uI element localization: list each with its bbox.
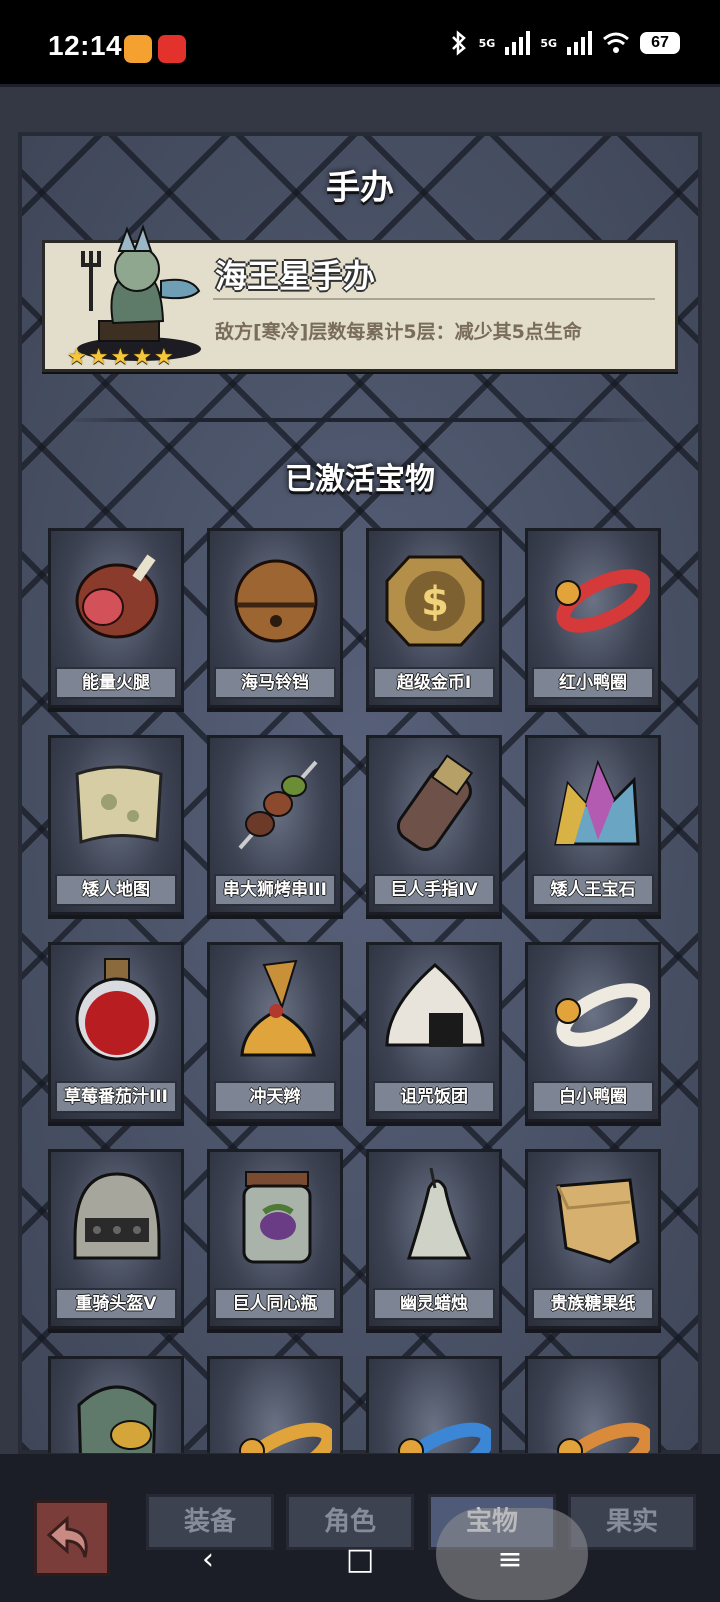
- treasure-item[interactable]: [366, 1356, 502, 1453]
- treasure-item[interactable]: [48, 1356, 184, 1453]
- figure-card[interactable]: ★ ★ ★ ★ ★ 海王星手办 敌方[寒冷]层数每累计5层：减少其5点生命: [42, 223, 678, 372]
- star-icon: ★: [110, 345, 131, 370]
- star-icon: ★: [153, 345, 174, 370]
- treasure-item[interactable]: 能量火腿: [48, 528, 184, 708]
- treasure-item-label: 矮人王宝石: [532, 874, 654, 906]
- treasure-item-label: 幽灵蜡烛: [373, 1288, 495, 1320]
- treasure-item-label: 海马铃铛: [214, 667, 336, 699]
- mask-icon: [77, 1385, 157, 1453]
- treasure-item[interactable]: 重骑头盔V: [48, 1149, 184, 1329]
- map-icon: [75, 765, 163, 845]
- white-duck-ring-icon: [555, 983, 650, 1047]
- treasure-item-label: 超级金币I: [373, 667, 495, 699]
- treasure-grid: 能量火腿 海马铃铛 $ 超级金币I 红小鸭圈矮人地图 串大狮烤串III 巨人手指IV 矮人王宝…: [48, 528, 672, 1453]
- treasure-item[interactable]: 矮人地图: [48, 735, 184, 915]
- figure-description: 敌方[寒冷]层数每累计5层：减少其5点生命: [215, 321, 582, 343]
- star-icon: ★: [67, 345, 87, 370]
- signal-bars-icon: [505, 31, 531, 55]
- section-divider: [60, 418, 660, 422]
- candle-icon: [406, 1167, 472, 1260]
- treasure-item[interactable]: 贵族糖果纸: [525, 1149, 661, 1329]
- figure-rating: ★ ★ ★ ★ ★: [67, 347, 174, 369]
- treasure-item[interactable]: 矮人王宝石: [525, 735, 661, 915]
- yellow-duck-ring-icon: [236, 1422, 332, 1453]
- treasure-item[interactable]: 红小鸭圈: [525, 528, 661, 708]
- blue-duck-ring-icon: [395, 1422, 491, 1453]
- app-notification-icon: [124, 35, 152, 63]
- braid-icon: [240, 959, 316, 1057]
- red-duck-ring-icon: [555, 569, 650, 633]
- treasure-item-label: 串大狮烤串III: [214, 874, 336, 906]
- treasure-item[interactable]: 冲天辫: [207, 942, 343, 1122]
- treasure-item[interactable]: 海马铃铛: [207, 528, 343, 708]
- svg-text:$: $: [421, 579, 449, 625]
- section-title: 已激活宝物: [285, 462, 435, 497]
- treasure-item[interactable]: 白小鸭圈: [525, 942, 661, 1122]
- helmet-icon: [73, 1172, 161, 1260]
- treasure-item[interactable]: 草莓番茄汁III: [48, 942, 184, 1122]
- treasure-item-label: 巨人手指IV: [373, 874, 495, 906]
- bell-icon: [234, 559, 318, 643]
- status-time: 12:14: [48, 30, 123, 61]
- treasure-item[interactable]: [525, 1356, 661, 1453]
- battery-icon: 67: [640, 32, 680, 54]
- signal-bars-icon: [567, 31, 592, 55]
- star-icon: ★: [132, 345, 152, 370]
- jar-icon: [242, 1171, 312, 1264]
- wifi-icon: [603, 32, 629, 53]
- ham-icon: [75, 554, 159, 639]
- skewer-icon: [238, 760, 318, 850]
- treasure-item-label: 红小鸭圈: [532, 667, 654, 699]
- treasure-item-label: 能量火腿: [55, 667, 177, 699]
- star-icon: ★: [88, 345, 109, 370]
- figure-name: 海王星手办: [215, 257, 376, 295]
- network-label-1: 5G: [478, 36, 496, 50]
- status-bar: 12:14 5G 5G 67: [0, 0, 720, 84]
- treasure-item[interactable]: 巨人同心瓶: [207, 1149, 343, 1329]
- treasure-item-label: 贵族糖果纸: [532, 1288, 654, 1320]
- nav-menu-button[interactable]: ≡: [480, 1530, 540, 1590]
- rice-ball-icon: [385, 963, 485, 1047]
- treasure-item-label: 冲天辫: [214, 1081, 336, 1113]
- status-indicators: 5G 5G 67: [449, 30, 680, 56]
- treasure-item[interactable]: $ 超级金币I: [366, 528, 502, 708]
- treasure-item[interactable]: 串大狮烤串III: [207, 735, 343, 915]
- recording-icon: [158, 35, 186, 63]
- candy-paper-icon: [556, 1178, 640, 1264]
- orange-duck-ring-icon: [554, 1422, 650, 1453]
- giant-finger-icon: [396, 754, 474, 852]
- treasure-item[interactable]: 幽灵蜡烛: [366, 1149, 502, 1329]
- treasure-item[interactable]: [207, 1356, 343, 1453]
- network-label-2: 5G: [540, 36, 557, 50]
- treasure-item-label: 白小鸭圈: [532, 1081, 654, 1113]
- nav-home-button[interactable]: □: [330, 1530, 390, 1590]
- treasure-item-label: 诅咒饭团: [373, 1081, 495, 1113]
- nav-back-button[interactable]: ‹: [178, 1530, 238, 1590]
- potion-icon: [75, 958, 159, 1061]
- treasure-item-label: 矮人地图: [55, 874, 177, 906]
- gold-coin-icon: $: [385, 555, 485, 647]
- divider-line: [213, 298, 655, 300]
- gem-icon: [554, 759, 640, 846]
- treasure-item[interactable]: 巨人手指IV: [366, 735, 502, 915]
- treasure-item-label: 重骑头盔V: [55, 1288, 177, 1320]
- treasure-item-label: 巨人同心瓶: [214, 1288, 336, 1320]
- treasure-item-label: 草莓番茄汁III: [55, 1081, 177, 1113]
- treasure-item[interactable]: 诅咒饭团: [366, 942, 502, 1122]
- system-nav-bar: ‹ □ ≡: [0, 1530, 720, 1602]
- page-title: 手办: [326, 168, 394, 208]
- bluetooth-icon: [451, 30, 466, 56]
